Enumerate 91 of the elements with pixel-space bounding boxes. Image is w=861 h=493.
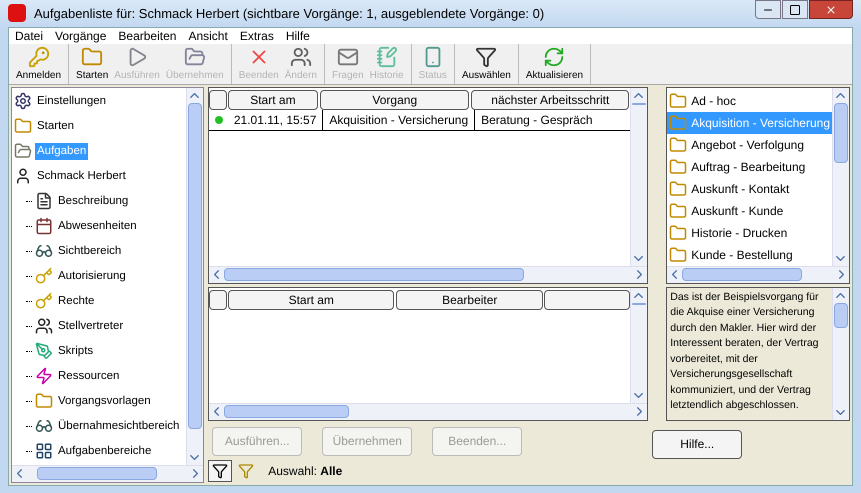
key-icon: [35, 267, 53, 286]
horizontal-scrollbar[interactable]: [209, 266, 648, 283]
menu-item[interactable]: Extras: [234, 26, 280, 45]
column-header[interactable]: Start am: [228, 290, 394, 310]
folder-icon: [669, 202, 688, 220]
close-button[interactable]: [809, 0, 853, 19]
process-item[interactable]: Auskunft - Kunde: [667, 200, 832, 222]
folder-icon: [669, 114, 688, 132]
process-item[interactable]: Angebot - Verfolgung: [667, 134, 832, 156]
tree-item[interactable]: Autorisierung: [56, 268, 128, 285]
lightning-icon: [35, 367, 53, 386]
key-icon: [35, 292, 53, 310]
table-cell: 21.01.11, 15:57: [228, 110, 324, 130]
horizontal-scrollbar[interactable]: [209, 402, 648, 420]
tree-item[interactable]: Rechte: [56, 292, 96, 310]
menu-item[interactable]: Bearbeiten: [112, 26, 182, 45]
app-logo-icon: [8, 4, 26, 22]
column-header[interactable]: [544, 290, 630, 310]
filter-icon: [212, 462, 228, 479]
folder-icon: [669, 180, 688, 198]
folder-icon: [669, 246, 688, 264]
toolbar-button[interactable]: Aktualisieren: [522, 44, 586, 84]
column-header[interactable]: Start am: [228, 90, 318, 110]
folder-icon: [14, 142, 32, 160]
process-item[interactable]: Ad - hoc: [667, 90, 832, 112]
folder-icon: [35, 392, 53, 410]
table-cell-text: Beratung - Gespräch: [480, 112, 594, 129]
document-icon: [35, 192, 53, 210]
folder-icon: [669, 224, 688, 242]
filter-button[interactable]: [208, 460, 232, 482]
maximize-icon: [789, 4, 801, 16]
selection-status: Auswahl: Alle: [268, 462, 342, 480]
filter-icon: [475, 46, 498, 68]
close-icon: [825, 4, 837, 16]
tree-item[interactable]: Einstellungen: [35, 92, 108, 110]
menu-item[interactable]: Vorgänge: [49, 26, 112, 45]
vertical-scrollbar[interactable]: [832, 88, 849, 266]
maximize-button[interactable]: [782, 0, 808, 19]
table-cell: Akquisition - Versicherung: [323, 110, 476, 130]
column-header[interactable]: Bearbeiter: [396, 290, 544, 310]
person-icon: [14, 167, 32, 186]
tree-item[interactable]: Schmack Herbert: [35, 168, 128, 185]
folder-icon: [184, 46, 206, 68]
horizontal-scrollbar[interactable]: [667, 266, 849, 283]
column-header[interactable]: [209, 90, 227, 110]
vertical-scrollbar[interactable]: [186, 88, 204, 465]
tree-item[interactable]: Starten: [35, 118, 76, 135]
gear-icon: [14, 92, 32, 110]
toolbar-button[interactable]: Auswählen: [458, 44, 514, 84]
folder-icon: [669, 92, 688, 110]
process-item[interactable]: Auskunft - Kontakt: [667, 178, 832, 200]
process-item[interactable]: Auftrag - Bearbeitung: [667, 156, 832, 178]
column-header[interactable]: nächster Arbeitsschritt: [471, 90, 630, 110]
key-icon: [28, 46, 50, 68]
process-item[interactable]: Historie - Drucken: [667, 222, 832, 244]
tree-item[interactable]: Stellvertreter: [56, 318, 126, 335]
tree-item[interactable]: Abwesenheiten: [56, 218, 139, 235]
calendar-icon: [35, 217, 53, 236]
vertical-scrollbar[interactable]: [630, 88, 648, 266]
toolbar-button[interactable]: Starten: [73, 44, 112, 84]
process-description: Das ist der Beispielsvorgang für die Akquise einer Versicherung durch den Makler. Hier wird der Interessent beraten, der Vertrag vorbereitet, mit der Versicherungsgesellschaft kommuniziert, und der Vertrag letztendlich abgeschlossen.: [669, 290, 820, 414]
column-header[interactable]: Vorgang: [320, 90, 470, 110]
pen-icon: [35, 342, 53, 360]
tree-item[interactable]: Beschreibung: [56, 192, 130, 210]
menu-item[interactable]: Ansicht: [182, 26, 234, 45]
folder-icon: [81, 46, 104, 68]
window-title: Aufgabenliste für: Schmack Herbert (sichtbare Vorgänge: 1, ausgeblendete Vorgänge: 0): [34, 4, 546, 23]
tree-item[interactable]: Skripts: [56, 342, 96, 360]
vertical-scrollbar[interactable]: [630, 288, 648, 403]
tree-item[interactable]: Übernahmesichtbereich: [56, 418, 182, 435]
horizontal-scrollbar[interactable]: [12, 464, 204, 482]
grid-icon: [35, 442, 53, 460]
tree-item[interactable]: Sichtbereich: [56, 242, 124, 260]
tree-item[interactable]: Ressourcen: [56, 368, 122, 385]
menu-item[interactable]: Hilfe: [280, 26, 316, 45]
process-item[interactable]: Kunde - Bestellung: [667, 244, 832, 266]
column-header[interactable]: [209, 290, 228, 310]
help-button[interactable]: Hilfe...: [652, 430, 742, 459]
tree-item[interactable]: Aufgabenbereiche: [56, 442, 154, 460]
folder-icon: [14, 117, 32, 136]
refresh-icon: [543, 46, 566, 68]
vertical-scrollbar[interactable]: [832, 288, 849, 420]
notebook-icon: [376, 46, 398, 68]
filter-icon: [238, 462, 254, 479]
tree-item[interactable]: Vorgangsvorlagen: [56, 392, 153, 410]
people-icon: [290, 46, 312, 68]
menu-item[interactable]: Datei: [9, 26, 50, 45]
folder-icon: [669, 136, 688, 154]
folder-icon: [669, 158, 688, 176]
toolbar-button[interactable]: Anmelden: [13, 44, 64, 84]
people-icon: [35, 317, 53, 336]
